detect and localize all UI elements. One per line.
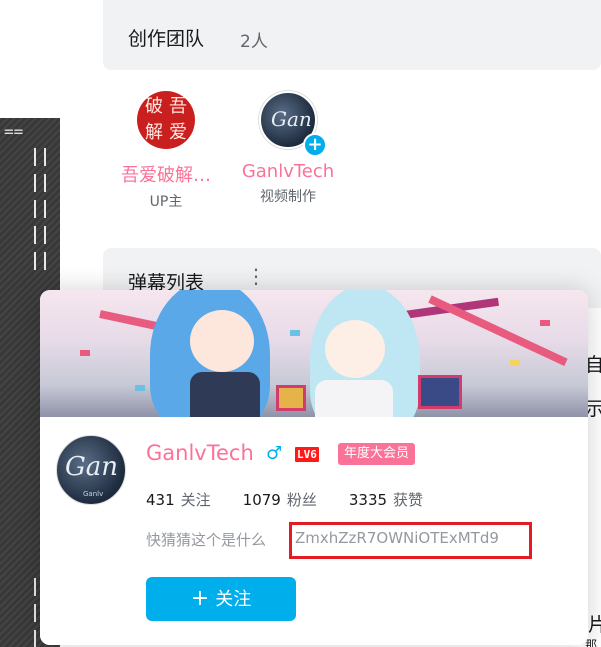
- edge-text: 片: [588, 614, 601, 636]
- profile-signature: 快猜猜这个是什么: [146, 531, 267, 549]
- avatar-signature: Gan: [65, 452, 119, 482]
- editor-fragment: ==: [4, 122, 24, 141]
- member-name[interactable]: GanlvTech: [226, 161, 350, 182]
- avatar-char: 吾: [169, 96, 187, 117]
- editor-line: [34, 252, 36, 270]
- profile-info: Gan Ganlv GanlvTech ♂ LV6 年度大会员 431 关注 107…: [40, 417, 588, 645]
- more-options-icon[interactable]: ⋮: [246, 264, 266, 288]
- fans-label[interactable]: 粉丝: [287, 491, 317, 509]
- editor-line: [34, 630, 36, 647]
- level-badge: LV6: [295, 447, 319, 462]
- avatar-signature: Gan: [271, 107, 312, 131]
- team-member-ganlvtech[interactable]: Gan + GanlvTech 视频制作: [226, 91, 350, 206]
- editor-line: [44, 252, 46, 270]
- user-profile-popup: Gan Ganlv GanlvTech ♂ LV6 年度大会员 431 关注 107…: [40, 290, 588, 645]
- avatar[interactable]: 破吾解爱: [137, 91, 195, 149]
- team-count: 2人: [240, 32, 268, 52]
- follow-button[interactable]: + 关注: [146, 577, 296, 621]
- male-icon: ♂: [266, 443, 283, 464]
- signature-encoded-text: ZmxhZzR7OWNiOTExMTd9: [295, 529, 499, 547]
- team-title: 创作团队: [128, 28, 205, 50]
- profile-username[interactable]: GanlvTech: [146, 441, 254, 465]
- profile-banner-image: [40, 290, 588, 417]
- editor-line: [34, 174, 36, 192]
- following-count[interactable]: 431: [146, 491, 175, 509]
- editor-line: [44, 200, 46, 218]
- editor-line: [44, 226, 46, 244]
- profile-stats: 431 关注 1079 粉丝 3335 获赞: [146, 489, 455, 510]
- profile-avatar[interactable]: Gan Ganlv: [56, 435, 126, 505]
- editor-line: [34, 148, 36, 166]
- follow-button-label: 关注: [215, 589, 252, 610]
- avatar-char: 解: [145, 122, 163, 143]
- team-member-wuaipojie[interactable]: 破吾解爱 吾爱破解… UP主: [104, 91, 228, 211]
- member-name[interactable]: 吾爱破解…: [104, 161, 228, 187]
- follow-plus-icon[interactable]: +: [303, 133, 327, 157]
- editor-line: [44, 174, 46, 192]
- avatar-char: 爱: [169, 122, 187, 143]
- editor-line: [34, 226, 36, 244]
- creative-team-header: 创作团队 2人: [103, 0, 601, 70]
- avatar-small-text: Ganlv: [83, 490, 104, 498]
- editor-line: [44, 148, 46, 166]
- plus-icon: +: [190, 586, 210, 611]
- avatar-char: 破: [145, 96, 163, 117]
- likes-label: 获赞: [393, 491, 424, 509]
- editor-line: [34, 604, 36, 622]
- fans-count[interactable]: 1079: [243, 491, 281, 509]
- following-label[interactable]: 关注: [181, 491, 211, 509]
- editor-line: [34, 578, 36, 596]
- member-role: UP主: [149, 194, 183, 210]
- vip-badge[interactable]: 年度大会员: [338, 443, 416, 465]
- likes-count: 3335: [348, 491, 388, 509]
- member-role: 视频制作: [260, 189, 316, 205]
- editor-line: [34, 200, 36, 218]
